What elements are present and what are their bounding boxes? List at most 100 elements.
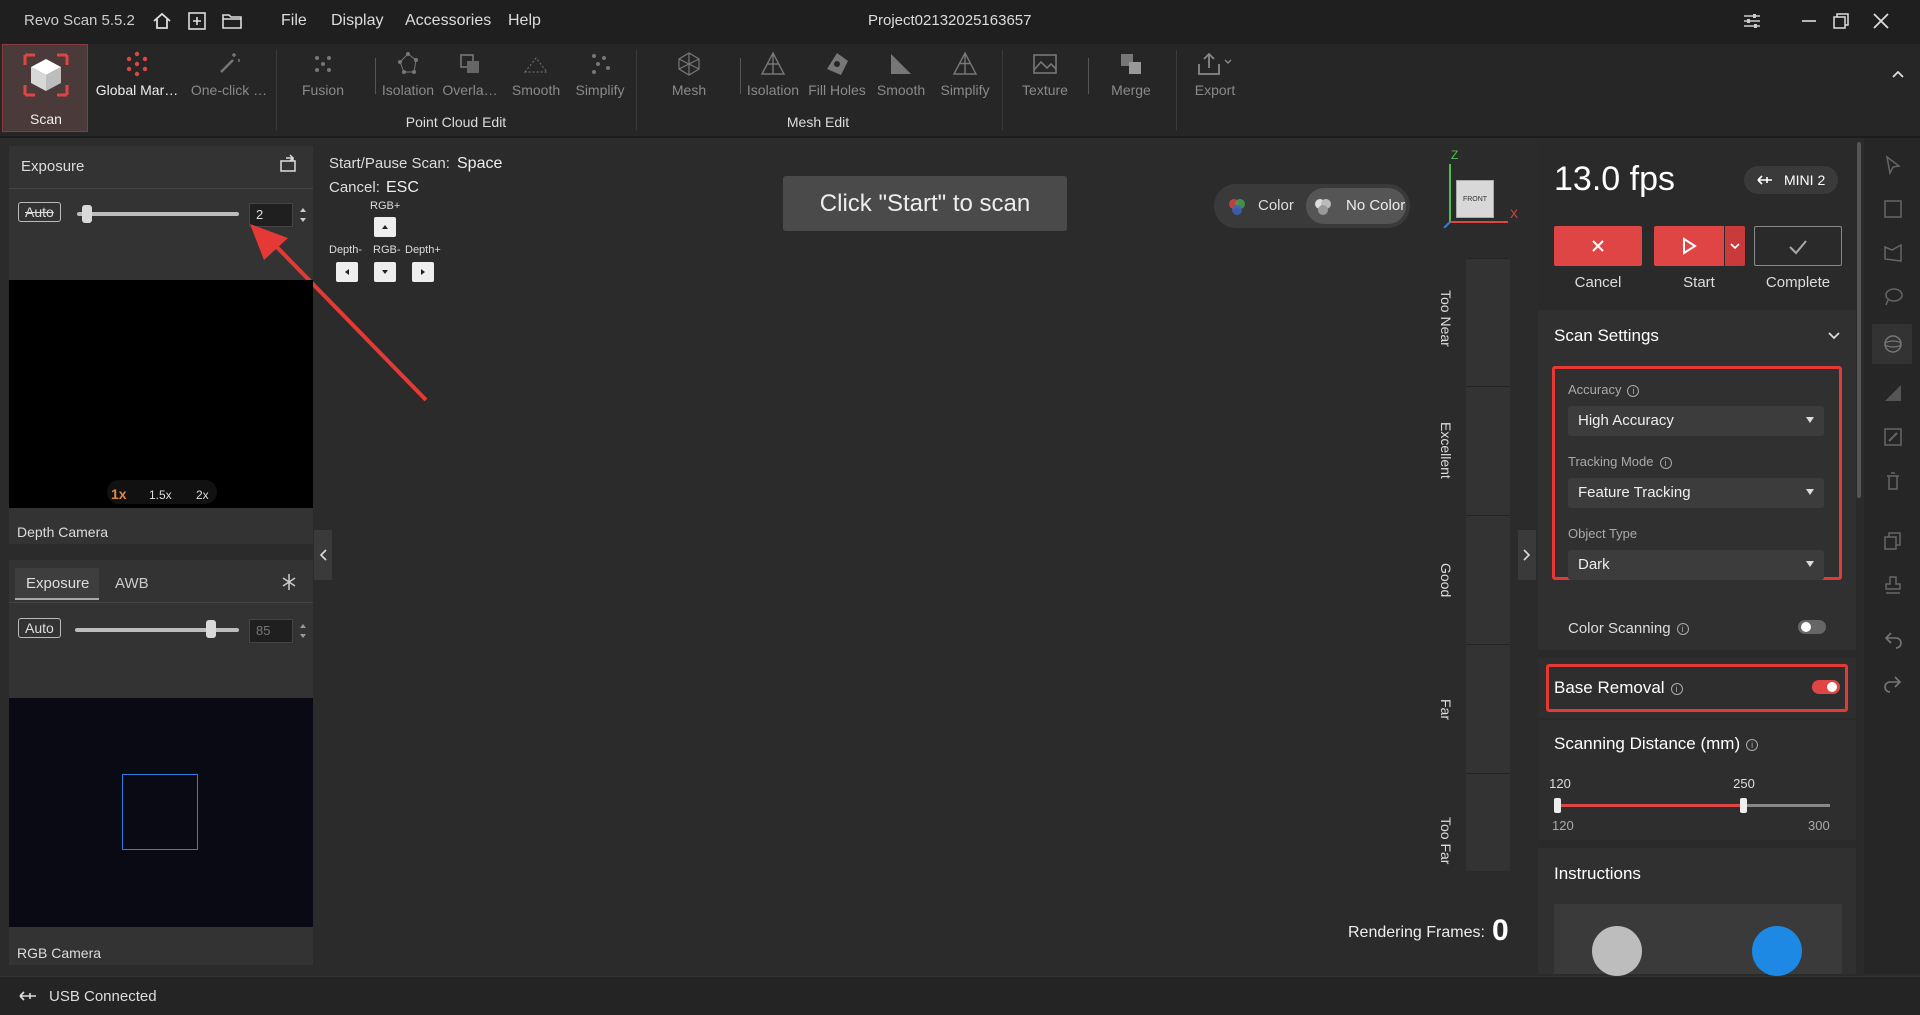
rgb-plus-key[interactable] — [374, 217, 396, 237]
menu-accessories[interactable]: Accessories — [405, 12, 491, 30]
zoom-2x-button[interactable]: 2x — [196, 488, 209, 502]
collapse-toolbar-icon[interactable] — [1890, 68, 1906, 80]
cancel-scan-button[interactable] — [1554, 226, 1642, 266]
one-click-button[interactable]: One-click … — [186, 50, 272, 110]
app-title: Revo Scan 5.5.2 — [24, 12, 135, 29]
status-bar: USB Connected — [0, 976, 1920, 1015]
rgb-auto-button[interactable]: Auto — [18, 618, 61, 638]
depth-exposure-slider[interactable] — [77, 212, 239, 216]
object-type-label: Object Type — [1568, 526, 1638, 541]
chevron-down-icon — [1730, 243, 1740, 250]
fusion-button[interactable]: Fusion — [286, 50, 360, 110]
distance-high-value: 250 — [1733, 776, 1755, 791]
front-face[interactable]: FRONT — [1456, 180, 1494, 218]
arrow-down-icon — [382, 270, 388, 274]
sphere-view-icon[interactable] — [1882, 333, 1904, 355]
lasso-icon[interactable] — [1882, 286, 1904, 308]
rectangle-select-icon[interactable] — [1882, 198, 1904, 220]
tracking-frame — [122, 774, 198, 850]
accuracy-select[interactable]: High Accuracy — [1568, 406, 1824, 436]
depth-exposure-title: Exposure — [21, 158, 85, 175]
distance-min-handle[interactable] — [1554, 798, 1561, 813]
auto-white-balance-icon[interactable] — [279, 572, 299, 592]
scanning-distance-title: Scanning Distance (mm) i — [1554, 734, 1759, 754]
restore-icon[interactable] — [1830, 10, 1852, 32]
new-project-icon[interactable] — [186, 10, 208, 32]
export-icon — [1198, 52, 1232, 75]
close-icon[interactable] — [1870, 10, 1892, 32]
start-scan-button[interactable] — [1654, 226, 1724, 266]
scan-tool-button[interactable]: Scan — [2, 44, 88, 132]
color-option[interactable]: Color — [1258, 197, 1294, 214]
pc-smooth-button[interactable]: Smooth — [504, 50, 568, 110]
device-badge[interactable]: MINI 2 — [1744, 166, 1838, 194]
select-connected-icon[interactable] — [1882, 426, 1904, 448]
fill-holes-button[interactable]: Fill Holes — [804, 50, 870, 110]
panel-scrollbar[interactable] — [1857, 142, 1861, 498]
polygon-select-icon[interactable] — [1882, 242, 1904, 264]
distance-max-handle[interactable] — [1740, 798, 1747, 813]
usb-link-icon — [1757, 175, 1772, 185]
scan-cube-icon — [23, 53, 69, 97]
minimize-icon[interactable] — [1798, 10, 1820, 32]
undo-icon[interactable] — [1882, 628, 1904, 650]
quality-excellent — [1466, 386, 1510, 515]
quality-good — [1466, 515, 1510, 644]
tracking-mode-select[interactable]: Feature Tracking — [1568, 478, 1824, 508]
pc-isolation-button[interactable]: Isolation — [378, 50, 438, 110]
orientation-cube[interactable]: Z X FRONT — [1440, 148, 1520, 228]
stamp-icon[interactable] — [1882, 574, 1904, 596]
depth-exposure-slider-thumb[interactable] — [82, 205, 92, 223]
zoom-1-5x-button[interactable]: 1.5x — [149, 488, 172, 502]
pc-simplify-button[interactable]: Simplify — [568, 50, 632, 110]
cancel-hint-label: Cancel: — [329, 179, 380, 196]
depth-plus-key[interactable] — [412, 262, 434, 282]
object-type-select[interactable]: Dark — [1568, 550, 1824, 580]
instructions-preview[interactable] — [1554, 904, 1842, 976]
no-color-option[interactable]: No Color — [1346, 197, 1405, 214]
collapse-left-panel-button[interactable] — [314, 530, 332, 580]
depth-camera-label: Depth Camera — [17, 524, 109, 540]
base-removal-toggle[interactable] — [1812, 680, 1840, 694]
menu-help[interactable]: Help — [508, 12, 541, 30]
open-folder-icon[interactable] — [221, 10, 243, 32]
rgb-camera-view — [9, 698, 313, 927]
copy-icon[interactable] — [1882, 530, 1904, 552]
collapse-right-panel-button[interactable] — [1518, 530, 1536, 580]
rgb-exposure-spinbox[interactable]: 85 — [249, 619, 293, 643]
depth-minus-key[interactable] — [336, 262, 358, 282]
mesh-button[interactable]: Mesh — [654, 50, 724, 110]
mesh-smooth-button[interactable]: Smooth — [870, 50, 932, 110]
color-scanning-toggle[interactable] — [1798, 620, 1826, 634]
info-icon: i — [1670, 682, 1683, 695]
redo-icon[interactable] — [1882, 672, 1904, 694]
mesh-isolation-button[interactable]: Isolation — [742, 50, 804, 110]
color-mode-toggle[interactable]: Color No Color — [1214, 184, 1410, 228]
home-icon[interactable] — [151, 10, 173, 32]
export-button[interactable]: Export — [1180, 50, 1250, 110]
settings-sliders-icon[interactable] — [1741, 10, 1763, 32]
invert-selection-icon[interactable] — [1882, 382, 1904, 404]
chevron-down-icon[interactable] — [1826, 330, 1842, 342]
zoom-1x-button[interactable]: 1x — [111, 486, 127, 502]
statue-thumbnail — [1592, 926, 1642, 976]
overlap-button[interactable]: Overla… — [440, 50, 500, 110]
scan-settings-title: Scan Settings — [1554, 326, 1659, 345]
menu-display[interactable]: Display — [331, 12, 383, 30]
rgb-exposure-slider-thumb[interactable] — [206, 620, 216, 638]
rgb-minus-key[interactable] — [374, 262, 396, 282]
select-pointer-icon[interactable] — [1882, 154, 1904, 176]
menu-file[interactable]: File — [281, 12, 307, 30]
delete-icon[interactable] — [1882, 470, 1904, 492]
tab-awb[interactable]: AWB — [115, 575, 149, 592]
depth-auto-button[interactable]: Auto — [18, 202, 61, 222]
start-options-dropdown[interactable] — [1725, 226, 1745, 266]
texture-button[interactable]: Texture — [1010, 50, 1080, 110]
mesh-simplify-button[interactable]: Simplify — [934, 50, 996, 110]
global-markers-button[interactable]: Global Mar… — [94, 50, 180, 110]
merge-button[interactable]: Merge — [1096, 50, 1166, 110]
rgb-camera-label: RGB Camera — [17, 945, 102, 961]
complete-scan-button[interactable] — [1754, 226, 1842, 266]
rotate-icon[interactable] — [277, 152, 299, 174]
info-icon: i — [1659, 456, 1672, 469]
